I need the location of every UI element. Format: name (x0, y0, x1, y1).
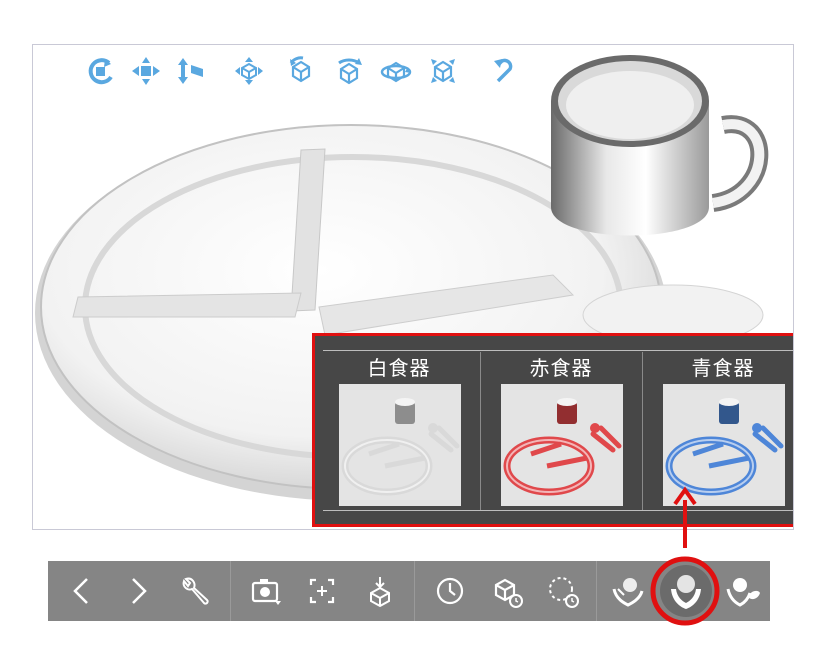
red-tableware-thumbnail (501, 384, 623, 506)
rotate-left-icon[interactable] (83, 55, 115, 87)
highlight-circle (650, 556, 720, 626)
timer-icon[interactable] (428, 569, 472, 613)
undo-icon[interactable] (488, 55, 520, 87)
variant-red[interactable]: 赤食器 (481, 352, 641, 510)
variant-red-label: 赤食器 (529, 356, 593, 380)
forward-icon[interactable] (116, 569, 160, 613)
back-icon[interactable] (60, 569, 104, 613)
variant-white-label: 白食器 (367, 356, 431, 380)
toolbar-divider (596, 561, 597, 621)
wrench-icon[interactable] (172, 569, 216, 613)
toolbar-divider (230, 561, 231, 621)
toolbar-divider (414, 561, 415, 621)
tilt-icon[interactable] (427, 55, 459, 87)
rotate-cube-icon[interactable] (285, 55, 317, 87)
variant-white[interactable]: 白食器 (319, 352, 479, 510)
orbit-up-icon[interactable] (333, 55, 365, 87)
popup-top-rule (323, 350, 793, 351)
orbit-around-icon[interactable] (380, 55, 412, 87)
pan-horizontal-icon[interactable] (130, 55, 162, 87)
loop-rotate-icon[interactable] (540, 569, 584, 613)
3d-viewport[interactable]: 白食器 赤食器 青食器 (32, 44, 794, 530)
object-rotate-icon[interactable] (484, 569, 528, 613)
white-tableware-thumbnail (339, 384, 461, 506)
move-icon[interactable] (233, 55, 265, 87)
mug (551, 55, 769, 236)
variant-blue-label: 青食器 (691, 356, 755, 380)
place-object-icon[interactable] (358, 569, 402, 613)
pan-vertical-icon[interactable] (175, 55, 207, 87)
focus-frame-icon[interactable] (300, 569, 344, 613)
camera-icon[interactable] (244, 569, 288, 613)
